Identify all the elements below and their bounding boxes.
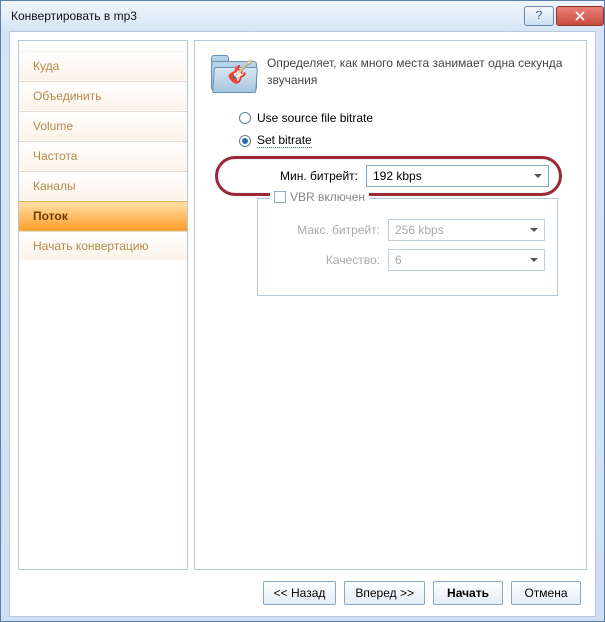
svg-text:?: ? <box>536 11 543 21</box>
button-label: Отмена <box>524 586 567 600</box>
description-text: Определяет, как много места занимает одн… <box>267 55 570 95</box>
radio-icon <box>239 112 251 124</box>
sidebar-item-start-conversion[interactable]: Начать конвертацию <box>19 231 187 261</box>
sidebar-item-label: Куда <box>33 59 59 73</box>
sidebar: Куда Объединить Volume Частота Каналы По… <box>18 40 188 570</box>
help-button[interactable]: ? <box>524 6 554 26</box>
button-label: Вперед >> <box>355 586 414 600</box>
sidebar-item-volume[interactable]: Volume <box>19 111 187 141</box>
sidebar-item-label: Начать конвертацию <box>33 239 148 253</box>
body: Куда Объединить Volume Частота Каналы По… <box>18 40 587 570</box>
sidebar-item-label: Объединить <box>33 89 102 103</box>
folder-guitar-icon: 🎸 <box>211 55 257 95</box>
titlebar: Конвертировать в mp3 ? <box>1 1 604 31</box>
chevron-down-icon <box>530 228 538 232</box>
quality-select[interactable]: 6 <box>388 249 545 271</box>
vbr-checkbox-label: VBR включен <box>290 190 365 204</box>
start-button[interactable]: Начать <box>433 581 503 605</box>
client-area: Куда Объединить Volume Частота Каналы По… <box>9 31 596 617</box>
checkbox-icon <box>274 191 286 203</box>
footer: << Назад Вперед >> Начать Отмена <box>18 570 587 610</box>
close-button[interactable] <box>556 6 604 26</box>
radio-label: Use source file bitrate <box>257 111 373 125</box>
max-bitrate-label: Макс. битрейт: <box>270 223 380 237</box>
chevron-down-icon <box>534 174 542 178</box>
button-label: << Назад <box>274 586 326 600</box>
sidebar-item-channels[interactable]: Каналы <box>19 171 187 201</box>
min-bitrate-select[interactable]: 192 kbps <box>366 165 549 187</box>
sidebar-item-stream[interactable]: Поток <box>19 201 187 231</box>
window-title: Конвертировать в mp3 <box>11 9 524 23</box>
sidebar-item-label: Частота <box>33 149 77 163</box>
quality-row: Качество: 6 <box>270 249 545 271</box>
min-bitrate-label: Мин. битрейт: <box>228 169 358 183</box>
sidebar-item-merge[interactable]: Объединить <box>19 81 187 111</box>
sidebar-item-label: Volume <box>33 119 73 133</box>
forward-button[interactable]: Вперед >> <box>344 581 425 605</box>
sidebar-item-label: Каналы <box>33 179 76 193</box>
vbr-checkbox[interactable]: VBR включен <box>270 190 369 204</box>
sidebar-item-frequency[interactable]: Частота <box>19 141 187 171</box>
chevron-down-icon <box>530 258 538 262</box>
max-bitrate-row: Макс. битрейт: 256 kbps <box>270 219 545 241</box>
description-row: 🎸 Определяет, как много места занимает о… <box>211 55 570 95</box>
button-label: Начать <box>447 586 489 600</box>
quality-value: 6 <box>395 253 402 267</box>
main-panel: 🎸 Определяет, как много места занимает о… <box>194 40 587 570</box>
dialog-window: Конвертировать в mp3 ? Куда Объединить V… <box>0 0 605 622</box>
sidebar-item-destination[interactable]: Куда <box>19 51 187 81</box>
min-bitrate-value: 192 kbps <box>373 169 422 183</box>
vbr-group: VBR включен Макс. битрейт: 256 kbps Каче… <box>257 198 558 296</box>
sidebar-item-label: Поток <box>33 209 68 223</box>
max-bitrate-value: 256 kbps <box>395 223 444 237</box>
max-bitrate-select[interactable]: 256 kbps <box>388 219 545 241</box>
back-button[interactable]: << Назад <box>263 581 337 605</box>
min-bitrate-highlight: Мин. битрейт: 192 kbps <box>215 156 562 196</box>
radio-label: Set bitrate <box>257 133 312 148</box>
radio-set-bitrate[interactable]: Set bitrate <box>239 133 570 148</box>
radio-icon <box>239 135 251 147</box>
radio-use-source-bitrate[interactable]: Use source file bitrate <box>239 111 570 125</box>
cancel-button[interactable]: Отмена <box>511 581 581 605</box>
quality-label: Качество: <box>270 253 380 267</box>
